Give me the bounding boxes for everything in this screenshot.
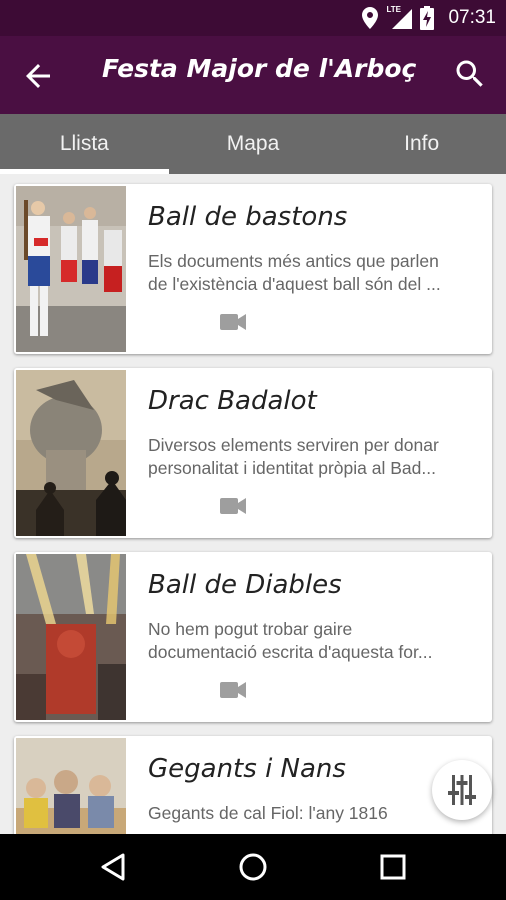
item-thumbnail <box>16 738 126 834</box>
item-description: Gegants de cal Fiol: l'any 1816 <box>148 802 478 825</box>
tab-mapa[interactable]: Mapa <box>169 114 338 174</box>
item-thumbnail <box>16 370 126 536</box>
nav-back-button[interactable] <box>95 849 131 885</box>
arrow-back-icon <box>26 64 50 88</box>
nav-recents-icon <box>380 854 406 880</box>
battery-charging-icon <box>420 6 435 30</box>
list-item[interactable]: Gegants i Nans Gegants de cal Fiol: l'an… <box>14 736 492 834</box>
item-title: Ball de bastons <box>148 202 348 232</box>
nav-back-icon <box>101 853 125 881</box>
item-description: Diversos elements serviren per donar per… <box>148 434 478 480</box>
system-nav-bar <box>0 834 506 900</box>
filter-sliders-icon <box>448 775 476 805</box>
network-type-label: LTE <box>386 5 401 14</box>
tab-info[interactable]: Info <box>337 114 506 174</box>
item-description: Els documents més antics que parlen de l… <box>148 250 478 296</box>
item-description: No hem pogut trobar gaire documentació e… <box>148 618 478 664</box>
tab-bar: Llista Mapa Info <box>0 114 506 174</box>
status-bar: LTE 07:31 <box>0 0 506 36</box>
item-description-line: documentació escrita d'aquesta for... <box>148 642 433 662</box>
item-description-line: No hem pogut trobar gaire <box>148 619 353 639</box>
search-button[interactable] <box>452 56 488 92</box>
nav-home-button[interactable] <box>235 849 271 885</box>
event-list[interactable]: Ball de bastons Els documents més antics… <box>0 174 506 834</box>
app-bar: Festa Major de l'Arboç <box>0 36 506 114</box>
search-icon <box>456 60 483 87</box>
item-description-line: personalitat i identitat pròpia al Bad..… <box>148 458 436 478</box>
item-title: Drac Badalot <box>148 386 317 416</box>
item-description-line: de l'existència d'aquest ball són del ..… <box>148 274 441 294</box>
video-camera-icon <box>220 682 246 698</box>
item-description-line: Gegants de cal Fiol: l'any 1816 <box>148 803 388 823</box>
item-thumbnail <box>16 554 126 720</box>
list-item[interactable]: Drac Badalot Diversos elements serviren … <box>14 368 492 538</box>
item-title: Gegants i Nans <box>148 754 346 784</box>
network-icon: LTE <box>386 5 413 29</box>
list-item[interactable]: Ball de bastons Els documents més antics… <box>14 184 492 354</box>
video-camera-icon <box>220 498 246 514</box>
filter-button[interactable] <box>432 760 492 820</box>
item-description-line: Els documents més antics que parlen <box>148 251 439 271</box>
video-camera-icon <box>220 314 246 330</box>
status-icons: LTE 07:31 <box>362 5 496 30</box>
item-title: Ball de Diables <box>148 570 342 600</box>
location-icon <box>362 7 379 29</box>
status-time: 07:31 <box>448 7 496 28</box>
nav-recents-button[interactable] <box>375 849 411 885</box>
page-title: Festa Major de l'Arboç <box>102 54 417 83</box>
item-thumbnail <box>16 186 126 352</box>
tab-llista[interactable]: Llista <box>0 114 169 174</box>
item-description-line: Diversos elements serviren per donar <box>148 435 439 455</box>
back-button[interactable] <box>20 58 56 94</box>
nav-home-icon <box>239 853 267 881</box>
list-item[interactable]: Ball de Diables No hem pogut trobar gair… <box>14 552 492 722</box>
